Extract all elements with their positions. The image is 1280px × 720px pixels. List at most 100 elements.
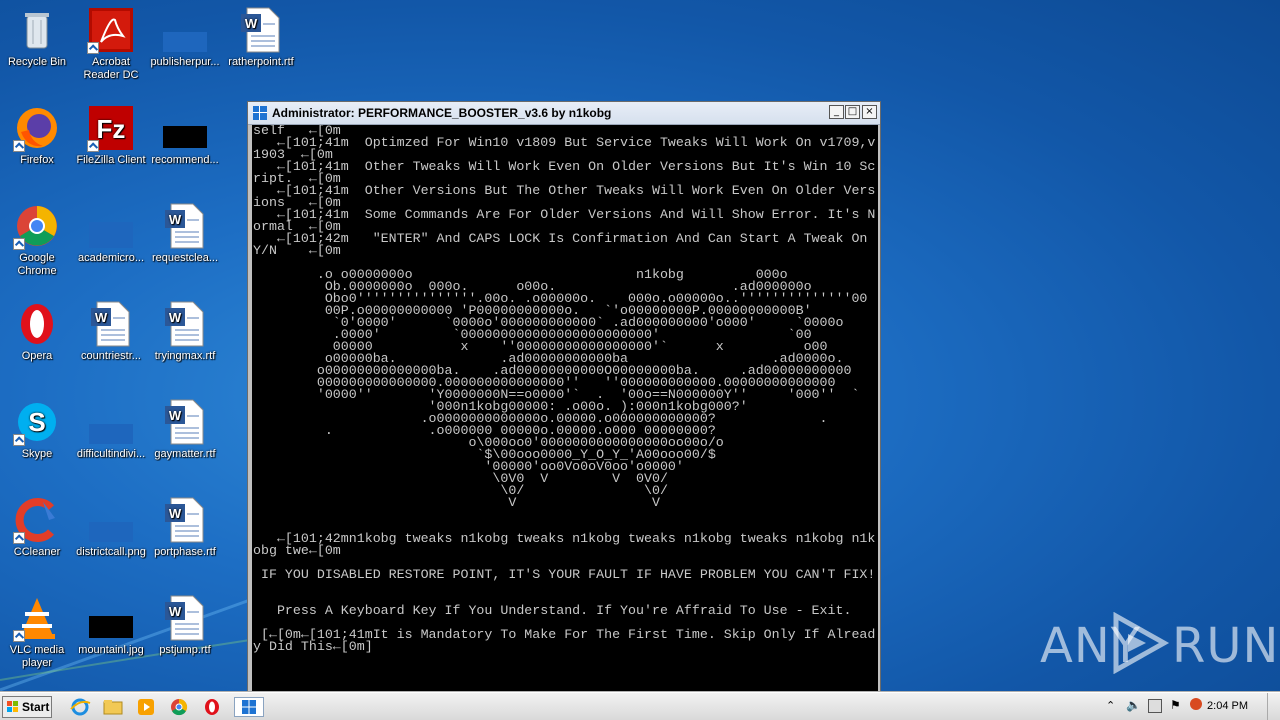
desktop-icon-label: pstjump.rtf [159,644,211,656]
desktop-icon-acrobat[interactable]: Acrobat Reader DC [74,6,148,82]
blank-file-icon [87,398,135,446]
desktop-icon-label: ratherpoint.rtf [228,56,294,68]
svg-text:W: W [169,604,182,619]
system-tray: ⌃ 🔈 ⚑ 2:04 PM [1100,693,1280,720]
maximize-button[interactable]: □ [845,105,860,119]
desktop-icon-recommend[interactable]: recommend... [148,104,222,167]
desktop-icon-vlc[interactable]: VLC media player [0,594,74,670]
desktop-icon-label: Opera [21,350,53,362]
blank-file-icon [161,6,209,54]
desktop-icon-label: Recycle Bin [7,56,67,68]
taskbar: Start ⌃ 🔈 ⚑ 2:04 PM [0,692,1280,720]
desktop-icon-tryingmax[interactable]: W tryingmax.rtf [148,300,222,363]
desktop-icon-districtcall[interactable]: districtcall.png [74,496,148,559]
volume-icon[interactable]: 🔈 [1126,698,1141,712]
console-window-icon[interactable] [234,697,264,717]
media-player-icon[interactable] [134,697,158,717]
blank-file-icon [87,202,135,250]
desktop-icon-label: mountainl.jpg [78,644,144,656]
start-label: Start [22,700,50,714]
desktop-icon-requestclea[interactable]: W requestclea... [148,202,222,265]
ccleaner-icon [13,496,61,544]
desktop-icon-label: CCleaner [13,546,61,558]
svg-text:W: W [169,212,182,227]
ie-icon[interactable] [68,697,92,717]
word-doc-icon: W [87,300,135,348]
chrome-icon[interactable] [167,697,191,717]
watermark-right-text: RUN [1172,618,1280,674]
desktop-icon-opera[interactable]: Opera [0,300,74,363]
network-icon[interactable] [1148,699,1162,713]
shortcut-arrow-icon [13,434,25,446]
desktop-icon-difficultindivi[interactable]: difficultindivi... [74,398,148,461]
svg-text:W: W [169,310,182,325]
word-doc-icon: W [161,300,209,348]
window-titlebar[interactable]: Administrator: PERFORMANCE_BOOSTER_v3.6 … [248,102,880,125]
window-title: Administrator: PERFORMANCE_BOOSTER_v3.6 … [272,106,612,120]
desktop-icon-publisherpur[interactable]: publisherpur... [148,6,222,69]
acrobat-icon [87,6,135,54]
svg-text:W: W [95,310,108,325]
desktop-icon-pstjump[interactable]: W pstjump.rtf [148,594,222,657]
filezilla-icon: Fz [87,104,135,152]
svg-text:Fz: Fz [97,114,126,144]
desktop-icon-ratherpoint[interactable]: W ratherpoint.rtf [224,6,298,69]
word-doc-icon: W [161,398,209,446]
chrome-icon [13,202,61,250]
minimize-button[interactable]: _ [829,105,844,119]
desktop-icon-label: Firefox [20,154,54,166]
desktop-icon-gaymatter[interactable]: W gaymatter.rtf [148,398,222,461]
desktop-icon-countriestr[interactable]: W countriestr... [74,300,148,363]
play-logo-icon [1113,612,1170,674]
desktop-icon-label: requestclea... [151,252,219,264]
console-window-icon [253,106,267,120]
desktop: Recycle Bin Firefox Google Chrome Opera … [0,0,294,690]
firefox-icon [13,104,61,152]
desktop-icon-recycle-bin[interactable]: Recycle Bin [0,6,74,69]
windows-flag-icon [7,701,19,713]
show-desktop-button[interactable] [1267,693,1280,720]
desktop-icon-label: recommend... [151,154,219,166]
word-doc-icon: W [237,6,285,54]
flag-icon[interactable]: ⚑ [1170,698,1181,712]
shortcut-arrow-icon [13,238,25,250]
desktop-icon-academicro[interactable]: academicro... [74,202,148,265]
power-icon[interactable] [1190,698,1202,710]
console-window[interactable]: Administrator: PERFORMANCE_BOOSTER_v3.6 … [247,101,881,693]
desktop-icon-chrome[interactable]: Google Chrome [0,202,74,278]
svg-text:W: W [169,408,182,423]
desktop-icon-mountainl[interactable]: mountainl.jpg [74,594,148,657]
desktop-icon-label: Acrobat Reader DC [83,56,139,81]
desktop-icon-filezilla[interactable]: Fz FileZilla Client [74,104,148,167]
explorer-icon[interactable] [101,697,125,717]
word-doc-icon: W [161,496,209,544]
word-doc-icon: W [161,594,209,642]
blank-file-icon [87,496,135,544]
desktop-icon-label: gaymatter.rtf [154,448,216,460]
clock[interactable]: 2:04 PM [1207,700,1248,712]
shortcut-arrow-icon [13,140,25,152]
desktop-icon-label: Skype [21,448,53,460]
shortcut-arrow-icon [13,630,25,642]
desktop-icon-portphase[interactable]: W portphase.rtf [148,496,222,559]
shortcut-arrow-icon [13,532,25,544]
console-output[interactable]: self ←[0m ←[101;41m Optimzed For Win10 v… [252,125,878,692]
vlc-icon [13,594,61,642]
black-thumbnail-icon [87,594,135,642]
shortcut-arrow-icon [87,42,99,54]
svg-text:W: W [245,16,258,31]
desktop-icon-label: FileZilla Client [76,154,146,166]
desktop-icon-firefox[interactable]: Firefox [0,104,74,167]
svg-text:W: W [169,506,182,521]
recycle-bin-icon [13,6,61,54]
desktop-icon-label: districtcall.png [76,546,146,558]
start-button[interactable]: Start [2,696,52,718]
chevron-up-icon[interactable]: ⌃ [1106,699,1115,712]
opera-icon[interactable] [200,697,224,717]
desktop-icon-skype[interactable]: S Skype [0,398,74,461]
desktop-icon-label: countriestr... [81,350,141,362]
black-thumbnail-icon [161,104,209,152]
close-button[interactable]: × [862,105,877,119]
desktop-icon-ccleaner[interactable]: CCleaner [0,496,74,559]
console-text: self ←[0m ←[101;41m Optimzed For Win10 v… [253,125,876,654]
